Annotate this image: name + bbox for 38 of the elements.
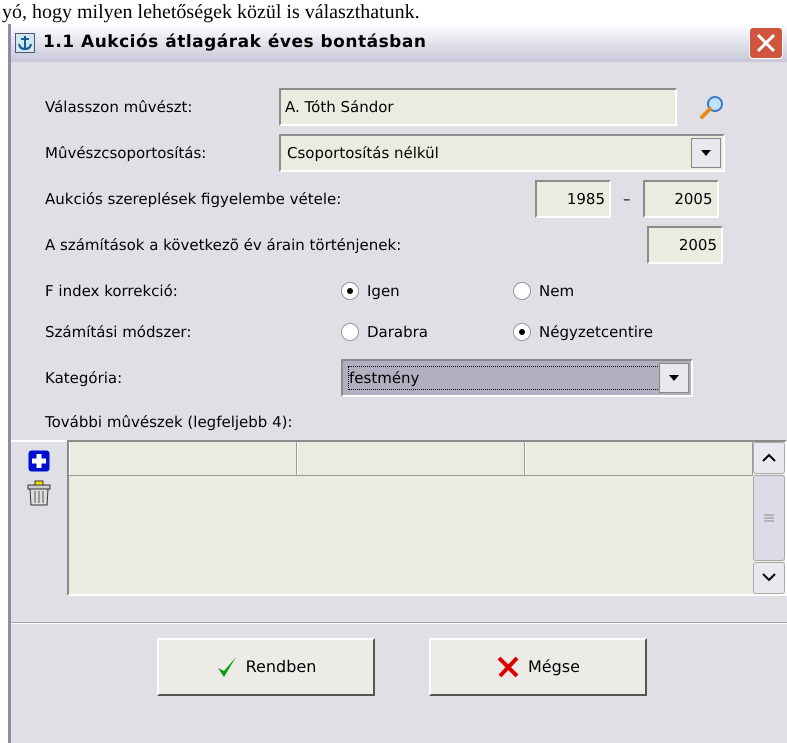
field-label: További mûvészek (legfeljebb 4): — [45, 412, 293, 433]
field-label: Számítási módszer: — [45, 322, 192, 342]
category-combobox[interactable]: festmény — [341, 359, 693, 397]
grouping-combobox[interactable]: Csoportosítás nélkül — [279, 134, 725, 172]
trash-icon[interactable] — [27, 480, 51, 506]
scroll-thumb-icon[interactable] — [753, 474, 785, 560]
field-label: Aukciós szereplések figyelembe vétele: — [45, 188, 342, 210]
radio-label[interactable]: Darabra — [367, 320, 428, 343]
radio-button[interactable] — [341, 282, 359, 300]
field-label: Mûvészcsoportosítás: — [45, 142, 208, 164]
price-year-field[interactable]: 2005 — [647, 226, 723, 264]
scroll-down-icon[interactable] — [753, 562, 785, 594]
cross-icon — [496, 656, 520, 678]
anchor-icon — [15, 33, 35, 53]
field-label: Kategória: — [45, 368, 124, 389]
radio-button[interactable] — [513, 322, 531, 341]
scroll-up-icon[interactable] — [753, 442, 785, 474]
field-label: Válasszon mûvészt: — [45, 96, 194, 118]
close-button[interactable] — [749, 27, 783, 59]
add-icon[interactable] — [28, 450, 50, 472]
field-label: F index korrekció: — [45, 281, 179, 302]
year-from-field[interactable]: 1985 — [535, 180, 611, 218]
scrollbar[interactable] — [753, 442, 785, 594]
search-icon[interactable] — [699, 94, 725, 120]
artist-field[interactable]: A. Tóth Sándor — [279, 88, 677, 126]
cancel-button[interactable]: Mégse — [429, 638, 647, 696]
window-title: 1.1 Aukciós átlagárak éves bontásban — [43, 31, 428, 54]
year-to-field[interactable]: 2005 — [642, 180, 718, 218]
range-separator: – — [623, 188, 630, 210]
field-label: A számítások a következõ év árain történjenek: — [45, 234, 402, 256]
radio-label[interactable]: Igen — [367, 280, 400, 302]
radio-label[interactable]: Nem — [539, 280, 574, 302]
radio-button[interactable] — [341, 322, 359, 341]
radio-label[interactable]: Négyzetcentire — [539, 320, 653, 343]
document-text: yó, hogy milyen lehetőségek közül is választhatunk. — [1, 0, 421, 24]
ok-button[interactable]: Rendben — [157, 638, 375, 696]
radio-button[interactable] — [513, 282, 531, 300]
close-icon — [755, 32, 777, 54]
